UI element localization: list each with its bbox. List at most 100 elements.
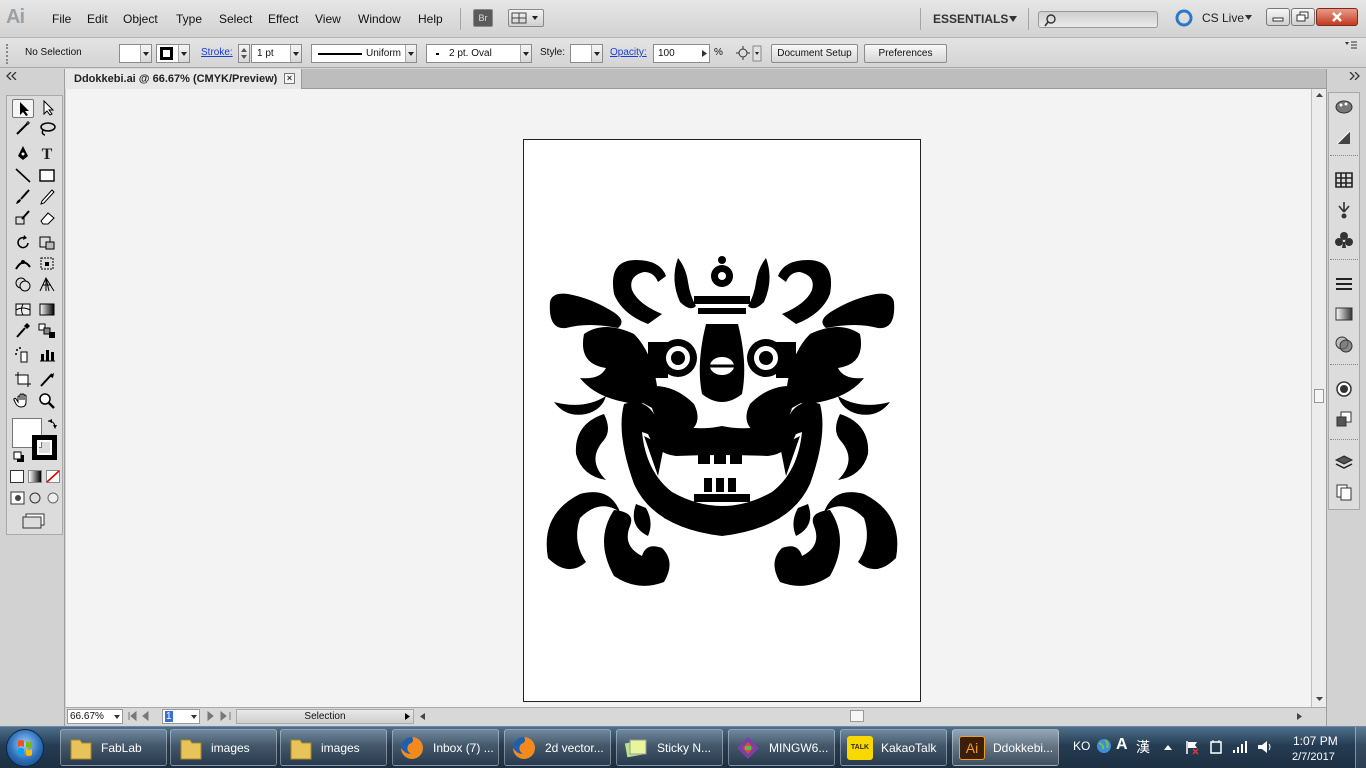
drawing-modes-icon[interactable]: [10, 491, 60, 505]
gradient-tool[interactable]: [36, 301, 58, 320]
bridge-button[interactable]: Br: [473, 9, 493, 27]
workspace-switcher[interactable]: ESSENTIALS: [933, 12, 1008, 26]
appearance-panel-button[interactable]: [1333, 379, 1355, 399]
stroke-weight-field[interactable]: 1 pt: [251, 44, 302, 63]
hand-tool[interactable]: [12, 392, 34, 411]
blend-tool[interactable]: [36, 322, 58, 341]
rectangle-tool[interactable]: [36, 167, 58, 186]
magic-wand-tool[interactable]: [12, 120, 34, 139]
scroll-left-icon[interactable]: [419, 712, 426, 721]
menu-help[interactable]: Help: [418, 12, 443, 26]
symbols-panel-button[interactable]: [1333, 230, 1355, 250]
menu-file[interactable]: File: [52, 12, 71, 26]
perspective-grid-tool[interactable]: [36, 276, 58, 295]
taskbar-item[interactable]: FabLab: [60, 729, 167, 766]
menu-select[interactable]: Select: [219, 12, 252, 26]
variable-width-profile-dropdown[interactable]: Uniform: [311, 44, 417, 63]
stroke-swatch-dropdown[interactable]: [156, 44, 190, 63]
change-screen-mode-icon[interactable]: [22, 513, 48, 529]
swatches-panel-button[interactable]: [1333, 170, 1355, 190]
document-setup-button[interactable]: Document Setup: [771, 44, 858, 63]
gradient-panel-button[interactable]: [1333, 304, 1355, 324]
type-tool[interactable]: T: [36, 145, 58, 164]
brushes-panel-button[interactable]: [1333, 200, 1355, 220]
symbol-sprayer-tool[interactable]: [12, 346, 34, 365]
ime-mode-indicator[interactable]: A: [1116, 736, 1128, 754]
document-tab[interactable]: Ddokkebi.ai @ 66.67% (CMYK/Preview) ×: [65, 69, 302, 89]
volume-icon[interactable]: [1256, 739, 1274, 755]
gradient-mode-button[interactable]: [28, 470, 42, 483]
rotate-tool[interactable]: [12, 234, 34, 253]
mesh-tool[interactable]: [12, 301, 34, 320]
menu-effect[interactable]: Effect: [268, 12, 298, 26]
pencil-tool[interactable]: [36, 188, 58, 207]
menu-object[interactable]: Object: [123, 12, 158, 26]
line-segment-tool[interactable]: [12, 167, 34, 186]
recolor-artwork-button[interactable]: [734, 44, 762, 63]
first-previous-artboard-icon[interactable]: [128, 711, 158, 721]
network-signal-icon[interactable]: [1232, 740, 1248, 754]
taskbar-item[interactable]: images: [280, 729, 387, 766]
taskbar-item-active[interactable]: Ai Ddokkebi...: [952, 729, 1059, 766]
arrange-documents-button[interactable]: [508, 9, 544, 27]
direct-selection-tool[interactable]: [36, 99, 58, 118]
expand-panels-icon[interactable]: [1349, 72, 1361, 80]
minimize-button[interactable]: [1266, 8, 1290, 26]
graphic-styles-panel-button[interactable]: [1333, 409, 1355, 429]
panel-menu-icon[interactable]: [1344, 40, 1358, 52]
tool-status-display[interactable]: Selection: [236, 709, 414, 724]
ime-globe-icon[interactable]: [1095, 737, 1113, 755]
stroke-label[interactable]: Stroke:: [201, 47, 233, 58]
default-fill-stroke-icon[interactable]: [13, 451, 25, 463]
color-guide-panel-button[interactable]: [1333, 127, 1355, 147]
transparency-panel-button[interactable]: [1333, 334, 1355, 354]
blob-brush-tool[interactable]: [12, 209, 34, 228]
brush-definition-dropdown[interactable]: 2 pt. Oval: [426, 44, 532, 63]
next-last-artboard-icon[interactable]: [204, 711, 234, 721]
preferences-button[interactable]: Preferences: [864, 44, 947, 63]
action-center-flag-icon[interactable]: [1184, 739, 1200, 755]
scroll-up-icon[interactable]: [1315, 92, 1324, 98]
clock-date[interactable]: 2/7/2017: [1292, 751, 1335, 763]
slice-tool[interactable]: [36, 371, 58, 390]
stroke-panel-button[interactable]: [1333, 274, 1355, 294]
lasso-tool[interactable]: [36, 120, 58, 139]
close-button[interactable]: [1316, 8, 1358, 26]
pen-tool[interactable]: [12, 145, 34, 164]
graphic-style-dropdown[interactable]: [570, 44, 603, 63]
clock-time[interactable]: 1:07 PM: [1293, 734, 1338, 748]
artboard-tool[interactable]: [12, 371, 34, 390]
taskbar-item[interactable]: Sticky N...: [616, 729, 723, 766]
vertical-scroll-thumb[interactable]: [1314, 389, 1324, 403]
scale-tool[interactable]: [36, 234, 58, 253]
taskbar-item[interactable]: MINGW6...: [728, 729, 835, 766]
color-mode-button[interactable]: [10, 470, 24, 483]
menu-edit[interactable]: Edit: [87, 12, 108, 26]
zoom-level-field[interactable]: 66.67%: [67, 709, 123, 724]
eraser-tool[interactable]: [36, 209, 58, 228]
stroke-color-swatch[interactable]: [32, 435, 57, 460]
hanja-indicator[interactable]: 漢: [1136, 737, 1150, 757]
vertical-scrollbar[interactable]: [1311, 89, 1326, 707]
color-panel-button[interactable]: [1333, 96, 1355, 116]
width-tool[interactable]: [12, 255, 34, 274]
horizontal-scroll-thumb[interactable]: [850, 710, 864, 722]
opacity-field[interactable]: 100: [653, 44, 710, 63]
shape-builder-tool[interactable]: [12, 276, 34, 295]
scroll-down-icon[interactable]: [1315, 696, 1324, 702]
paintbrush-tool[interactable]: [12, 188, 34, 207]
dokkaebi-mask-artwork[interactable]: [544, 254, 900, 588]
layers-panel-button[interactable]: [1333, 453, 1355, 473]
free-transform-tool[interactable]: [36, 255, 58, 274]
device-icon[interactable]: [1208, 739, 1224, 755]
collapse-panel-icon[interactable]: [6, 72, 18, 80]
taskbar-item[interactable]: Inbox (7) ...: [392, 729, 499, 766]
taskbar-item[interactable]: TALK KakaoTalk: [840, 729, 947, 766]
none-mode-icon[interactable]: [46, 470, 60, 483]
help-search-input[interactable]: [1038, 11, 1158, 28]
show-hidden-icons-icon[interactable]: [1163, 743, 1173, 751]
taskbar-item[interactable]: 2d vector...: [504, 729, 611, 766]
fill-swatch-dropdown[interactable]: [119, 44, 152, 63]
taskbar-item[interactable]: images: [170, 729, 277, 766]
zoom-tool[interactable]: [36, 392, 58, 411]
